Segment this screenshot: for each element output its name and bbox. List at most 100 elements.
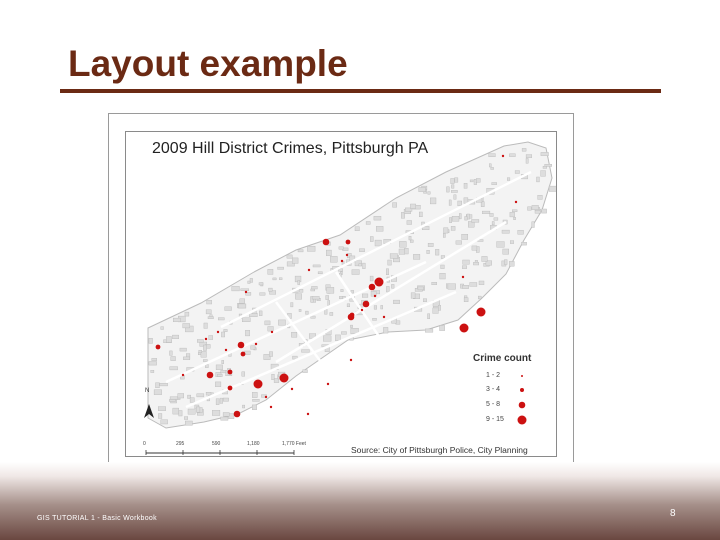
crime-point xyxy=(269,405,273,409)
crime-point xyxy=(373,294,377,298)
building xyxy=(387,259,392,266)
crime-point xyxy=(240,351,246,357)
building xyxy=(148,361,157,366)
crime-point xyxy=(360,308,364,312)
building xyxy=(241,371,246,377)
building xyxy=(359,248,365,252)
building xyxy=(297,280,300,285)
building xyxy=(307,245,316,252)
legend-symbol-5-8 xyxy=(518,401,526,409)
building xyxy=(195,406,201,413)
crime-point xyxy=(461,275,465,279)
building xyxy=(417,286,424,291)
building xyxy=(427,313,430,319)
building xyxy=(493,217,499,221)
building xyxy=(159,382,168,387)
building xyxy=(338,246,344,250)
building xyxy=(386,268,389,276)
building xyxy=(220,370,227,374)
crime-point xyxy=(501,154,505,158)
building xyxy=(278,319,286,326)
building xyxy=(259,310,263,316)
building xyxy=(461,233,469,240)
building xyxy=(490,167,494,170)
building xyxy=(438,305,441,311)
crime-point xyxy=(345,253,349,257)
crime-point xyxy=(181,373,185,377)
building xyxy=(182,323,190,329)
crime-point xyxy=(279,373,289,383)
building xyxy=(272,277,277,281)
legend-label-4: 9 - 15 xyxy=(486,416,504,423)
building xyxy=(220,416,229,421)
building xyxy=(208,335,213,340)
building xyxy=(268,287,273,292)
building xyxy=(541,208,547,214)
building xyxy=(525,158,529,164)
building xyxy=(196,339,204,343)
scale-label-2: 590 xyxy=(212,441,221,447)
building xyxy=(373,215,382,221)
building xyxy=(205,392,212,396)
building xyxy=(380,305,383,310)
building xyxy=(375,226,384,232)
legend-label-3: 5 - 8 xyxy=(486,401,501,408)
building xyxy=(341,331,347,335)
crime-point xyxy=(306,412,310,416)
building xyxy=(160,326,164,330)
building xyxy=(187,408,196,415)
building xyxy=(509,153,516,157)
building xyxy=(463,297,469,302)
building xyxy=(350,290,354,294)
scale-label-3: 1,180 xyxy=(247,441,260,447)
building xyxy=(160,419,168,425)
crime-point xyxy=(345,239,351,245)
crime-point xyxy=(514,200,518,204)
building xyxy=(488,153,496,158)
crime-point xyxy=(290,387,294,391)
building xyxy=(177,393,184,399)
building xyxy=(326,287,335,294)
building xyxy=(305,310,309,315)
crime-point xyxy=(347,313,355,321)
building xyxy=(459,213,462,220)
building xyxy=(184,416,188,420)
building xyxy=(478,280,485,285)
building xyxy=(491,182,497,185)
building xyxy=(410,239,414,243)
building xyxy=(158,406,166,411)
crime-point xyxy=(253,379,263,389)
building xyxy=(372,317,377,321)
building xyxy=(169,366,178,371)
crime-point xyxy=(326,382,330,386)
building xyxy=(404,247,409,255)
building xyxy=(219,397,223,404)
building xyxy=(531,205,539,210)
building xyxy=(267,268,274,275)
building xyxy=(291,257,299,264)
crime-point xyxy=(204,337,208,341)
map-layout: 2009 Hill District Crimes, Pittsburgh PA… xyxy=(125,131,557,457)
north-label: N xyxy=(145,388,150,394)
building xyxy=(408,235,412,241)
building xyxy=(432,307,439,314)
building xyxy=(189,397,195,403)
building xyxy=(267,326,274,332)
building xyxy=(325,249,332,256)
building xyxy=(183,356,190,360)
building xyxy=(311,296,320,300)
building xyxy=(241,317,251,322)
building xyxy=(252,399,260,402)
building xyxy=(517,230,524,235)
building xyxy=(513,216,516,220)
building xyxy=(462,259,470,265)
building xyxy=(172,334,179,340)
building xyxy=(301,349,310,353)
legend-symbol-1-2 xyxy=(521,375,523,377)
legend-symbols xyxy=(517,375,527,425)
building xyxy=(369,275,374,282)
building xyxy=(324,309,328,315)
building xyxy=(215,381,222,387)
building xyxy=(507,177,511,181)
building xyxy=(527,206,532,211)
